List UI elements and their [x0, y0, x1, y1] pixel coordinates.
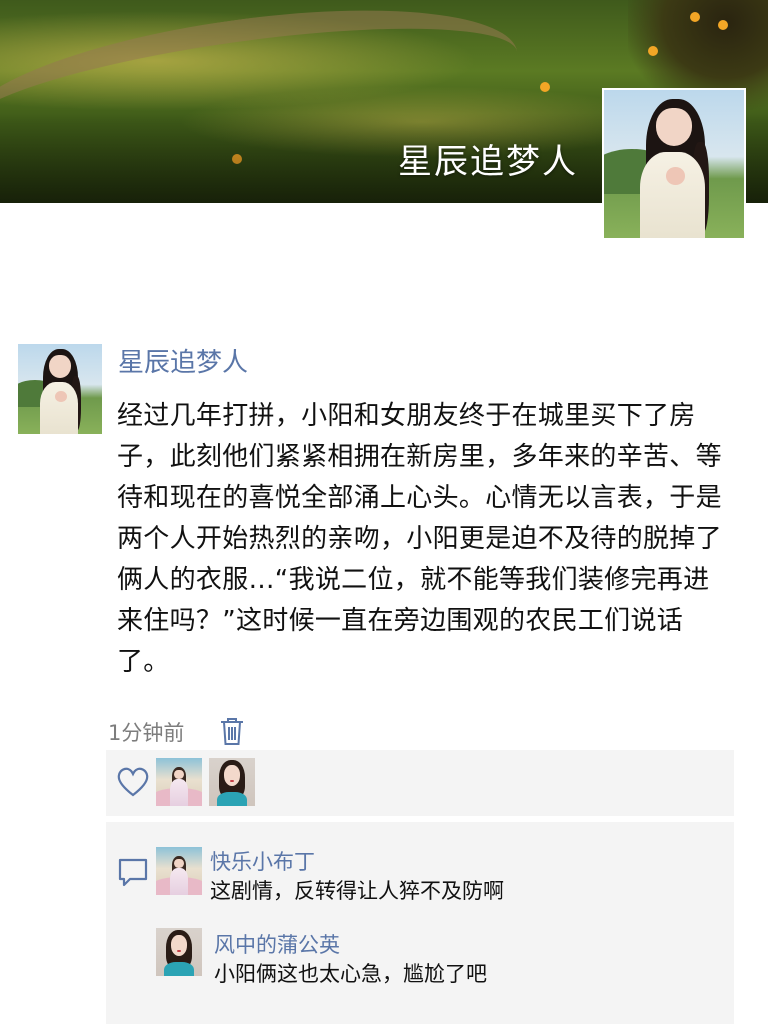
heart-icon [117, 767, 149, 797]
comment-author[interactable]: 风中的蒲公英 [214, 929, 340, 959]
profile-avatar[interactable] [602, 88, 746, 240]
like-user-avatar[interactable] [156, 758, 202, 806]
post-text: 经过几年打拼，小阳和女朋友终于在城里买下了房子，此刻他们紧紧相拥在新房里，多年来… [117, 401, 722, 677]
comment-icon [118, 858, 148, 887]
post-author-avatar[interactable] [18, 344, 102, 434]
comments-panel: 快乐小布丁 这剧情，反转得让人猝不及防啊 风中的蒲公英 小阳俩这也太心急，尴尬了… [106, 822, 734, 1024]
cover-flower [718, 20, 728, 30]
likes-panel [106, 750, 734, 816]
commenter-avatar[interactable] [156, 847, 202, 895]
post-author-name[interactable]: 星辰追梦人 [118, 342, 248, 379]
cover-flower [540, 82, 550, 92]
comment-author[interactable]: 快乐小布丁 [210, 846, 315, 876]
like-user-avatar[interactable] [209, 758, 255, 806]
comment-text: 小阳俩这也太心急，尴尬了吧 [214, 962, 487, 986]
cover-profile-name[interactable]: 星辰追梦人 [398, 134, 578, 183]
trash-icon[interactable] [219, 716, 245, 746]
post-timestamp: 1分钟前 [108, 721, 185, 745]
comment-text: 这剧情，反转得让人猝不及防啊 [210, 879, 504, 903]
cover-flower [648, 46, 658, 56]
cover-flower [690, 12, 700, 22]
commenter-avatar[interactable] [156, 928, 202, 976]
